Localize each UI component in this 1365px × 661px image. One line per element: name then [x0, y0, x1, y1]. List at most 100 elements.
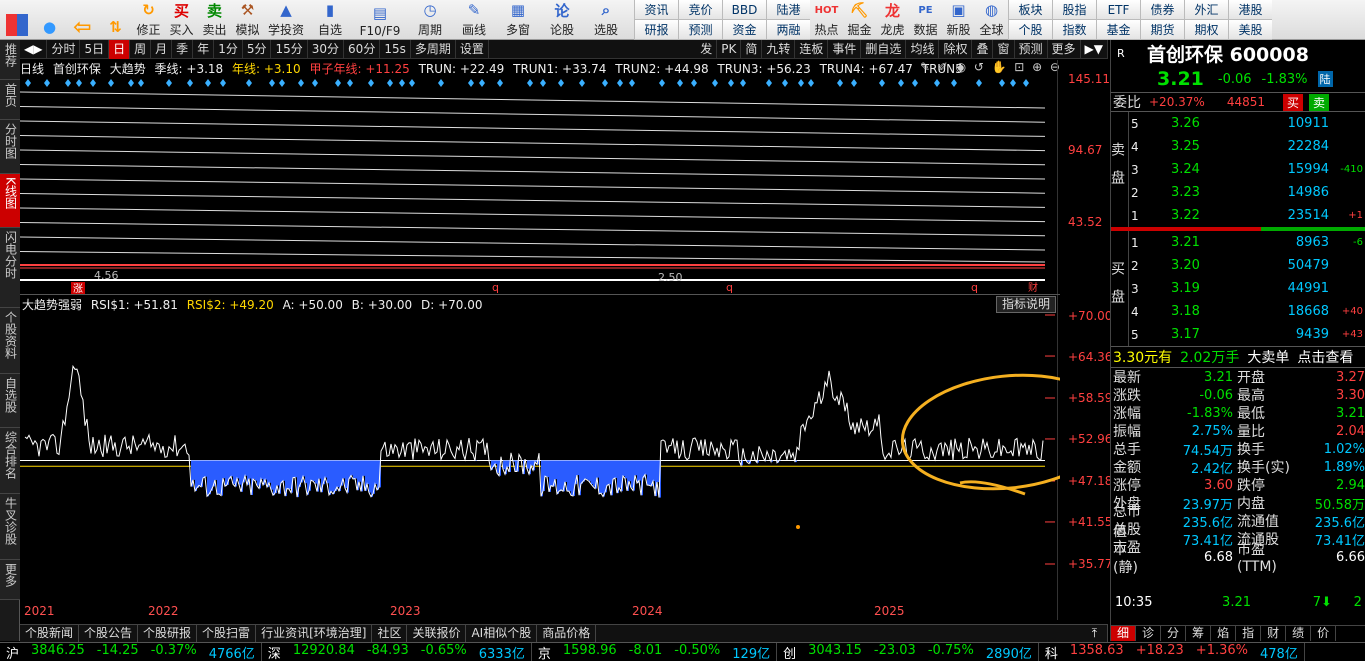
stock-cell[interactable]: 个股: [1008, 20, 1052, 40]
margin-cell[interactable]: 两融: [766, 20, 810, 40]
tool-tab[interactable]: 简: [741, 39, 763, 59]
ask-row[interactable]: 2 3.23 14986: [1131, 181, 1363, 204]
period-tab[interactable]: 分时: [47, 39, 81, 59]
bid-row[interactable]: 5 3.17 9439 +43: [1131, 323, 1363, 346]
tool-tab[interactable]: 连板: [795, 39, 829, 59]
tool-tab[interactable]: 发: [696, 39, 718, 59]
bid-row[interactable]: 3 3.19 44991: [1131, 277, 1363, 300]
options-cell[interactable]: 期权: [1184, 20, 1228, 40]
quote-tab[interactable]: 诊: [1136, 626, 1162, 641]
period-tab[interactable]: 周: [130, 39, 152, 59]
auction-cell[interactable]: 竞价: [678, 0, 722, 20]
sell-button[interactable]: 卖卖出: [198, 0, 231, 40]
period-button[interactable]: ◷ 周期: [408, 0, 452, 40]
global-button[interactable]: ◍ 全球: [975, 0, 1008, 40]
pencil-icon[interactable]: ✐: [938, 60, 948, 76]
info-tab[interactable]: 个股研报: [138, 625, 198, 642]
main-chart-area[interactable]: 4.56 2.50 涨 q q q 财: [20, 76, 1060, 294]
draw-button[interactable]: ✎ 画线: [452, 0, 496, 40]
info-tab[interactable]: 个股新闻: [20, 625, 80, 642]
ticker-item[interactable]: 沪 3846.25 -14.25 -0.37% 4766亿: [0, 642, 262, 661]
ticker-item[interactable]: 深 12920.84 -84.93 -0.65% 6333亿: [262, 642, 532, 661]
history-icon[interactable]: ↺: [974, 60, 984, 76]
sector-cell[interactable]: 板块: [1008, 0, 1052, 20]
hk-connect-cell[interactable]: 陆港: [766, 0, 810, 20]
period-tab[interactable]: 季: [172, 39, 194, 59]
refresh-button[interactable]: ↻ 修正: [132, 0, 165, 40]
info-tab[interactable]: 个股公告: [79, 625, 139, 642]
quote-tab[interactable]: 细: [1111, 626, 1137, 641]
robot-button[interactable]: ●: [33, 0, 66, 40]
expand-up-icon[interactable]: ⤒: [1082, 625, 1108, 642]
hotspot-button[interactable]: HOT 热点: [810, 0, 843, 40]
simulate-button[interactable]: ⚒ 模拟: [231, 0, 264, 40]
research-cell[interactable]: 研报: [634, 20, 678, 40]
indicator-explain-button[interactable]: 指标说明: [996, 296, 1056, 313]
forex-cell[interactable]: 外汇: [1184, 0, 1228, 20]
back-button[interactable]: ⇦: [66, 0, 99, 40]
news-cell[interactable]: 资讯: [634, 0, 678, 20]
quote-tab[interactable]: 价: [1311, 626, 1337, 641]
left-tab-kline[interactable]: K线图: [0, 174, 20, 228]
bid-row[interactable]: 4 3.18 18668 +40: [1131, 300, 1363, 323]
ask-row[interactable]: 4 3.25 22284: [1131, 135, 1363, 158]
hk-stock-cell[interactable]: 港股: [1228, 0, 1272, 20]
period-tab[interactable]: 5分: [243, 39, 272, 59]
period-tab[interactable]: 设置: [456, 39, 489, 59]
info-tab[interactable]: AI相似个股: [466, 625, 538, 642]
rsi-title[interactable]: 大趋势强弱: [22, 298, 82, 312]
eye-icon[interactable]: ◉: [956, 60, 966, 76]
info-tab[interactable]: 社区: [372, 625, 408, 642]
left-tab-home[interactable]: 首页: [0, 80, 20, 120]
grid-menu-button[interactable]: [0, 0, 33, 40]
tool-tab[interactable]: 删自选: [861, 39, 907, 59]
index-futures-cell[interactable]: 股指: [1052, 0, 1096, 20]
period-tab-selected[interactable]: 日: [109, 39, 131, 59]
left-tab-ranking[interactable]: 综合排名: [0, 428, 20, 494]
bond-cell[interactable]: 债券: [1140, 0, 1184, 20]
period-tab[interactable]: 1分: [214, 39, 243, 59]
plus-icon[interactable]: ⊕: [1032, 60, 1042, 76]
period-tab[interactable]: 月: [151, 39, 173, 59]
us-stock-cell[interactable]: 美股: [1228, 20, 1272, 40]
period-tab[interactable]: 多周期: [411, 39, 456, 59]
bid-row[interactable]: 2 3.20 50479: [1131, 254, 1363, 277]
dig-button[interactable]: ⛏ 掘金: [843, 0, 876, 40]
tool-tab[interactable]: 均线: [906, 39, 940, 59]
left-tab-watchlist[interactable]: 自选股: [0, 374, 20, 428]
tool-tab[interactable]: 叠: [972, 39, 994, 59]
period-tab[interactable]: 15s: [380, 39, 411, 59]
nav-end-icon[interactable]: ▶▼: [1081, 39, 1108, 59]
lock-icon[interactable]: ⊡: [1014, 60, 1024, 76]
left-tab-profile[interactable]: 个股资料: [0, 308, 20, 374]
info-tab[interactable]: 行业资讯[环境治理]: [256, 625, 373, 642]
left-tab-flash[interactable]: 闪电分时: [0, 228, 20, 308]
quick-sell-button[interactable]: 卖: [1309, 93, 1330, 111]
buy-button[interactable]: 买买入: [165, 0, 198, 40]
indicator-name[interactable]: 大趋势: [110, 62, 146, 76]
ticker-item[interactable]: 科 1358.63 +18.23 +1.36% 478亿: [1039, 642, 1305, 661]
bbd-cell[interactable]: BBD: [722, 0, 766, 20]
tool-tab[interactable]: 预测: [1015, 39, 1048, 59]
forecast-cell[interactable]: 预测: [678, 20, 722, 40]
learn-button[interactable]: ▲ 学投资: [264, 0, 308, 40]
quote-tab[interactable]: 财: [1261, 626, 1287, 641]
period-tab[interactable]: 60分: [344, 39, 381, 59]
tool-tab[interactable]: PK: [717, 39, 742, 59]
minus-icon[interactable]: ⊖: [1050, 60, 1060, 76]
f10-button[interactable]: ▤ F10/F9: [352, 0, 408, 40]
big-order-view-link[interactable]: 点击查看: [1297, 347, 1353, 367]
discuss-button[interactable]: 论论股: [540, 0, 584, 40]
left-tab-timeshare[interactable]: 分时图: [0, 120, 20, 174]
ipo-button[interactable]: ▣ 新股: [942, 0, 975, 40]
quote-tab[interactable]: 焰: [1211, 626, 1237, 641]
updown-button[interactable]: ⇅: [99, 0, 132, 40]
etf-cell[interactable]: ETF: [1096, 0, 1140, 20]
quote-tab[interactable]: 绩: [1286, 626, 1312, 641]
ticker-item[interactable]: 创 3043.15 -23.03 -0.75% 2890亿: [777, 642, 1039, 661]
hand-icon[interactable]: ✋: [992, 60, 1007, 76]
tool-tab[interactable]: 九转: [762, 39, 796, 59]
fund-cell[interactable]: 基金: [1096, 20, 1140, 40]
info-tab[interactable]: 商品价格: [537, 625, 597, 642]
period-tab[interactable]: 5日: [80, 39, 110, 59]
